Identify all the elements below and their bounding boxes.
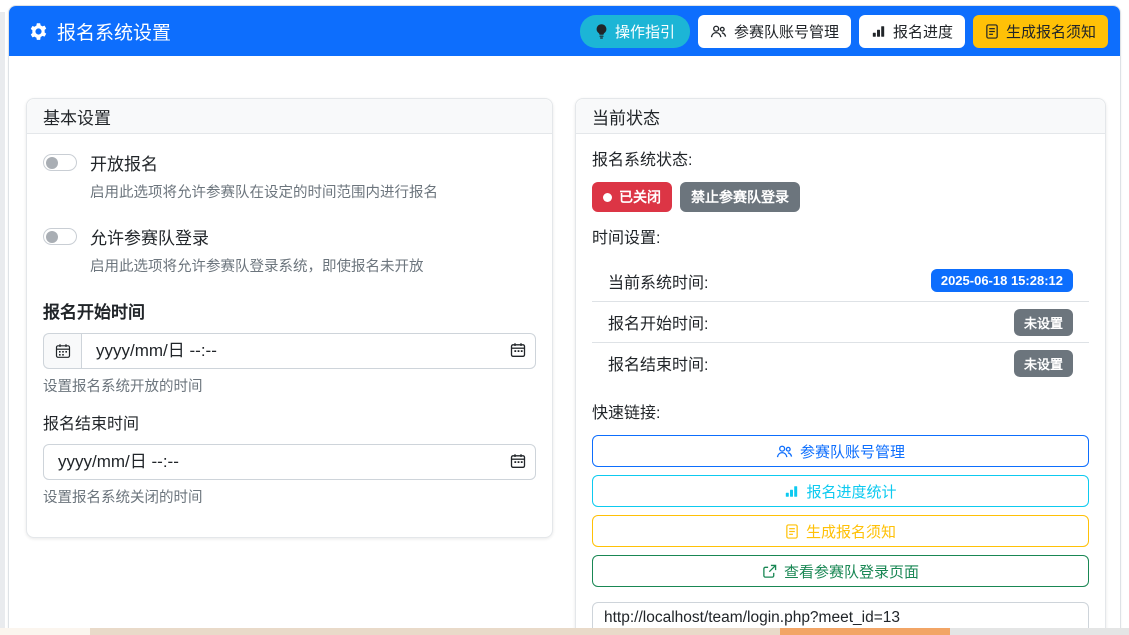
settings-panel: 报名系统设置 操作指引 参赛队账号管理 (8, 5, 1121, 635)
bar-chart-icon (871, 24, 886, 38)
calendar-icon (55, 343, 71, 359)
allow-team-login-label: 允许参赛队登录 (90, 224, 209, 249)
status-badges: 已关闭 禁止参赛队登录 (592, 182, 1089, 212)
system-status-label: 报名系统状态: (592, 146, 1089, 170)
basic-settings-card: 基本设置 开放报名 启用此选项将允许参赛队在设定的时间范围内进行报名 允许参赛队… (26, 98, 553, 538)
file-text-icon (785, 524, 799, 539)
status-badge-login-forbidden: 禁止参赛队登录 (680, 182, 800, 212)
status-badge-closed: 已关闭 (592, 182, 672, 212)
generate-notice-label: 生成报名须知 (1006, 21, 1096, 42)
current-system-time-row: 当前系统时间: 2025-06-18 15:28:12 (592, 260, 1089, 301)
left-edge-strip (0, 12, 5, 628)
current-system-time-badge: 2025-06-18 15:28:12 (931, 269, 1073, 292)
bottom-strip (0, 628, 1129, 635)
quick-link-team-accounts-label: 参赛队账号管理 (800, 441, 905, 462)
team-account-management-button[interactable]: 参赛队账号管理 (698, 15, 851, 48)
gear-icon (29, 22, 48, 41)
current-status-header: 当前状态 (576, 99, 1105, 134)
bottom-strip-segment (0, 628, 90, 635)
lightbulb-icon (595, 24, 608, 39)
end-time-input[interactable] (43, 444, 536, 480)
quick-link-generate-notice-label: 生成报名须知 (806, 521, 896, 542)
open-registration-description: 启用此选项将允许参赛队在设定的时间范围内进行报名 (90, 181, 536, 202)
quick-link-generate-notice[interactable]: 生成报名须知 (592, 515, 1089, 547)
start-time-status-label: 报名开始时间: (608, 310, 708, 334)
guide-button[interactable]: 操作指引 (580, 15, 690, 48)
calendar-addon (43, 333, 81, 369)
end-time-label: 报名结束时间 (43, 410, 536, 434)
basic-settings-body: 开放报名 启用此选项将允许参赛队在设定的时间范围内进行报名 允许参赛队登录 启用… (27, 134, 552, 537)
quick-links: 参赛队账号管理 报名进度统计 生成报名须知 (592, 435, 1089, 587)
status-dot-icon (603, 193, 612, 202)
current-status-body: 报名系统状态: 已关闭 禁止参赛队登录 时间设置: 当前系统时间: (576, 134, 1105, 635)
quick-link-view-login-page[interactable]: 查看参赛队登录页面 (592, 555, 1089, 587)
team-account-management-label: 参赛队账号管理 (734, 21, 839, 42)
registration-progress-label: 报名进度 (893, 21, 953, 42)
bottom-strip-segment (90, 628, 780, 635)
header-actions: 操作指引 参赛队账号管理 报名进度 (580, 15, 1108, 48)
allow-team-login-row: 允许参赛队登录 启用此选项将允许参赛队登录系统，即使报名未开放 (43, 224, 536, 276)
start-time-help: 设置报名系统开放的时间 (43, 375, 536, 396)
generate-notice-button[interactable]: 生成报名须知 (973, 15, 1108, 48)
datepicker-icon[interactable] (510, 453, 526, 469)
start-time-input-group (43, 333, 536, 369)
quick-links-label: 快速链接: (592, 399, 1089, 423)
status-badge-login-forbidden-label: 禁止参赛队登录 (691, 187, 789, 207)
toggle-knob (46, 157, 58, 169)
open-registration-row: 开放报名 启用此选项将允许参赛队在设定的时间范围内进行报名 (43, 150, 536, 202)
end-time-input-group (43, 444, 536, 480)
quick-link-progress-stats[interactable]: 报名进度统计 (592, 475, 1089, 507)
app-header: 报名系统设置 操作指引 参赛队账号管理 (9, 6, 1120, 56)
time-rows: 当前系统时间: 2025-06-18 15:28:12 报名开始时间: 未设置 … (592, 260, 1089, 383)
current-system-time-label: 当前系统时间: (608, 269, 708, 293)
allow-team-login-toggle[interactable] (43, 228, 77, 245)
registration-progress-button[interactable]: 报名进度 (859, 15, 965, 48)
allow-team-login-description: 启用此选项将允许参赛队登录系统，即使报名未开放 (90, 255, 536, 276)
open-registration-label: 开放报名 (90, 150, 158, 175)
file-text-icon (985, 24, 999, 39)
quick-link-team-accounts[interactable]: 参赛队账号管理 (592, 435, 1089, 467)
end-time-status-badge: 未设置 (1014, 350, 1073, 377)
basic-settings-header: 基本设置 (27, 99, 552, 134)
bottom-strip-segment (950, 628, 1129, 635)
status-badge-closed-label: 已关闭 (619, 187, 661, 207)
current-status-card: 当前状态 报名系统状态: 已关闭 禁止参赛队登录 时间设置: (575, 98, 1106, 635)
end-time-field-wrap (43, 444, 536, 480)
end-time-status-row: 报名结束时间: 未设置 (592, 342, 1089, 383)
people-icon (710, 24, 727, 39)
bar-chart-icon (784, 484, 799, 498)
end-time-help: 设置报名系统关闭的时间 (43, 486, 536, 507)
start-time-status-row: 报名开始时间: 未设置 (592, 301, 1089, 342)
end-time-status-label: 报名结束时间: (608, 351, 708, 375)
start-time-input[interactable] (81, 333, 536, 369)
quick-link-view-login-page-label: 查看参赛队登录页面 (784, 561, 919, 582)
external-link-icon (762, 564, 777, 579)
time-settings-label: 时间设置: (592, 224, 1089, 248)
guide-button-label: 操作指引 (615, 21, 675, 42)
content: 基本设置 开放报名 启用此选项将允许参赛队在设定的时间范围内进行报名 允许参赛队… (9, 56, 1120, 635)
open-registration-toggle[interactable] (43, 154, 77, 171)
toggle-knob (46, 231, 58, 243)
page-title: 报名系统设置 (29, 18, 171, 45)
bottom-strip-segment (780, 628, 950, 635)
datepicker-icon[interactable] (510, 342, 526, 358)
start-time-label: 报名开始时间 (43, 298, 536, 323)
page: 报名系统设置 操作指引 参赛队账号管理 (0, 0, 1129, 635)
start-time-status-badge: 未设置 (1014, 309, 1073, 336)
page-title-text: 报名系统设置 (57, 18, 171, 45)
quick-link-progress-stats-label: 报名进度统计 (806, 481, 896, 502)
start-time-field-wrap (81, 333, 536, 369)
people-icon (776, 444, 793, 459)
